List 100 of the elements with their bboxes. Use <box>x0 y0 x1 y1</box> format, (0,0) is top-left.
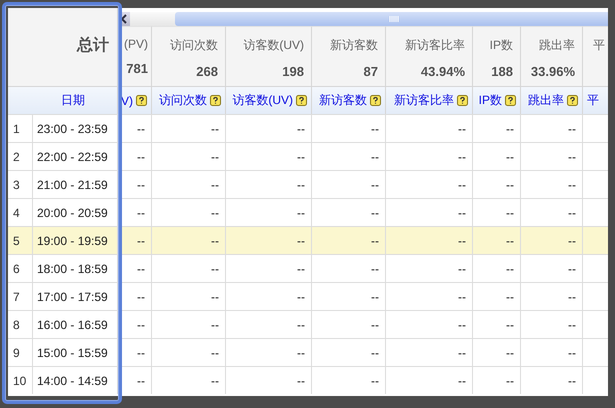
table-cell: -- <box>312 114 386 142</box>
help-icon[interactable] <box>457 95 468 106</box>
table-cell: -- <box>312 254 386 282</box>
date-cell: 23:00 - 23:59 <box>33 114 118 142</box>
table-cell: -- <box>386 310 473 338</box>
table-cell: -- <box>152 338 226 366</box>
table-cell: -- <box>473 366 521 394</box>
date-cell: 14:00 - 14:59 <box>33 366 118 394</box>
table-cell: -- <box>226 226 312 254</box>
table-cell: -- <box>521 282 583 310</box>
total-value: 268 <box>196 64 218 79</box>
help-icon[interactable] <box>370 95 381 106</box>
table-cell: -- <box>312 170 386 198</box>
table-cell: -- <box>386 198 473 226</box>
table-cell: -- <box>152 114 226 142</box>
table-cell: -- <box>152 198 226 226</box>
table-cell: -- <box>521 170 583 198</box>
table-cell: -- <box>386 338 473 366</box>
table-cell: -- <box>226 254 312 282</box>
table-cell: -- <box>473 254 521 282</box>
table-cell: -- <box>312 282 386 310</box>
total-value: 198 <box>282 64 304 79</box>
table-cell: -- <box>152 282 226 310</box>
total-value: 33.96% <box>530 64 575 79</box>
table-cell: -- <box>386 254 473 282</box>
total-value: 43.94% <box>420 64 465 79</box>
table-cell: -- <box>521 226 583 254</box>
row-number: 9 <box>8 338 33 366</box>
table-cell: -- <box>312 198 386 226</box>
table-cell: -- <box>226 366 312 394</box>
column-header: 新访客比率 <box>405 37 465 54</box>
column-header: 访问次数 <box>170 37 218 54</box>
table-cell: -- <box>521 310 583 338</box>
column-header: 跳出率 <box>539 37 575 54</box>
row-number: 10 <box>8 366 33 394</box>
table-cell: -- <box>226 114 312 142</box>
table-cell: -- <box>521 114 583 142</box>
row-number: 4 <box>8 198 33 226</box>
help-icon[interactable] <box>567 95 578 106</box>
date-cell: 17:00 - 17:59 <box>33 282 118 310</box>
table-cell: -- <box>312 310 386 338</box>
column-sort-link[interactable]: V) <box>121 94 133 108</box>
total-value: 87 <box>364 64 378 79</box>
help-icon[interactable] <box>505 95 516 106</box>
table-cell: -- <box>152 366 226 394</box>
total-label: 总计 <box>77 36 109 56</box>
column-header: IP数 <box>490 37 513 54</box>
row-number: 1 <box>8 114 33 142</box>
row-number: 5 <box>8 226 33 254</box>
date-cell: 18:00 - 18:59 <box>33 254 118 282</box>
table-cell: -- <box>473 226 521 254</box>
table-cell: -- <box>473 310 521 338</box>
table-cell: -- <box>521 366 583 394</box>
table-cell: -- <box>386 170 473 198</box>
date-cell: 20:00 - 20:59 <box>33 198 118 226</box>
table-cell: -- <box>521 254 583 282</box>
table-cell: -- <box>226 338 312 366</box>
row-number: 3 <box>8 170 33 198</box>
table-cell: -- <box>152 254 226 282</box>
table-cell: -- <box>473 282 521 310</box>
table-cell: -- <box>226 170 312 198</box>
table-cell: -- <box>226 142 312 170</box>
column-header: 新访客数 <box>330 37 378 54</box>
date-cell: 19:00 - 19:59 <box>33 226 118 254</box>
help-icon[interactable] <box>136 95 147 106</box>
table-cell: -- <box>521 198 583 226</box>
table-cell: -- <box>226 310 312 338</box>
table-cell: -- <box>473 338 521 366</box>
table-cell: -- <box>473 142 521 170</box>
table-cell: -- <box>152 142 226 170</box>
table-cell: -- <box>386 366 473 394</box>
total-value: 188 <box>491 64 513 79</box>
total-value: 781 <box>126 61 148 76</box>
table-cell: -- <box>386 226 473 254</box>
table-cell: -- <box>312 366 386 394</box>
row-number: 2 <box>8 142 33 170</box>
table-cell: -- <box>152 226 226 254</box>
table-cell: -- <box>473 198 521 226</box>
table-cell: -- <box>521 142 583 170</box>
date-cell: 16:00 - 16:59 <box>33 310 118 338</box>
date-header-link[interactable]: 日期 <box>61 92 85 109</box>
date-cell: 15:00 - 15:59 <box>33 338 118 366</box>
column-header: 平 <box>593 37 605 54</box>
table-cell: -- <box>521 338 583 366</box>
row-number: 7 <box>8 282 33 310</box>
row-number: 6 <box>8 254 33 282</box>
table-cell: -- <box>386 114 473 142</box>
table-cell: -- <box>386 282 473 310</box>
table-cell: -- <box>226 198 312 226</box>
table-cell: -- <box>312 338 386 366</box>
table-cell: -- <box>473 114 521 142</box>
date-cell: 22:00 - 22:59 <box>33 142 118 170</box>
table-cell: -- <box>152 310 226 338</box>
date-cell: 21:00 - 21:59 <box>33 170 118 198</box>
column-header: 访客数(UV) <box>243 37 304 54</box>
table-cell: -- <box>152 170 226 198</box>
help-icon[interactable] <box>210 95 221 106</box>
help-icon[interactable] <box>296 95 307 106</box>
table-cell: -- <box>386 142 473 170</box>
table-cell: -- <box>312 142 386 170</box>
